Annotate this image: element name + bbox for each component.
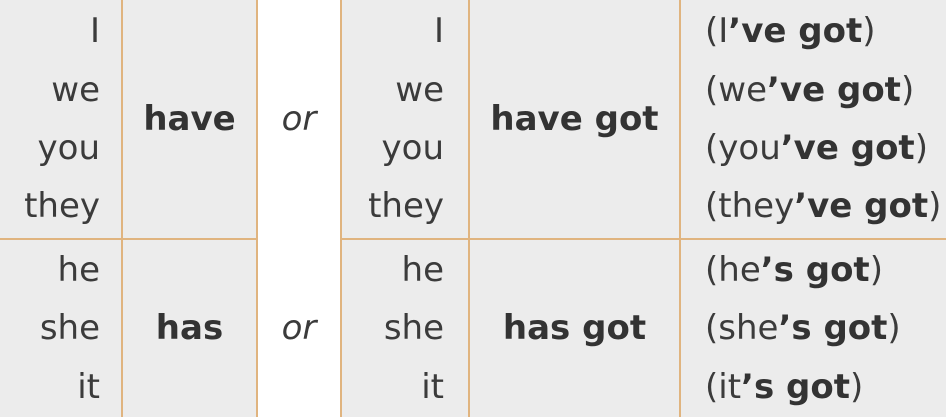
contraction: (we’ve got) — [705, 69, 915, 110]
contraction: (it’s got) — [705, 366, 864, 407]
pronoun: they — [368, 186, 444, 227]
pronoun: they — [24, 186, 100, 227]
contraction-list: (I’ve got) (we’ve got) (you’ve got) (the… — [681, 0, 946, 238]
pronoun: I — [433, 11, 444, 52]
pronoun: it — [421, 366, 444, 407]
or-cell: or — [258, 0, 340, 238]
or-cell: or — [258, 240, 340, 417]
pronoun: you — [37, 128, 100, 168]
verb-got-form: has got — [502, 308, 647, 349]
pronoun-list-repeat: I we you they — [342, 0, 444, 238]
verb-got-form: have got — [490, 98, 659, 139]
verb-form: has — [155, 308, 224, 349]
verb-form: have — [143, 98, 236, 139]
pronoun: she — [39, 308, 100, 349]
verb-cell: has — [123, 240, 256, 417]
verb-got-cell: has got — [470, 240, 679, 417]
contraction: (they’ve got) — [705, 186, 942, 227]
pronoun-list: I we you they — [0, 0, 100, 238]
or-word: or — [281, 98, 317, 139]
contraction-list: (he’s got) (she’s got) (it’s got) — [681, 240, 946, 417]
pronoun: he — [57, 249, 100, 290]
pronoun: you — [381, 128, 444, 168]
pronoun-list: he she it — [0, 240, 100, 417]
contraction: (I’ve got) — [705, 11, 876, 52]
or-word: or — [281, 308, 317, 349]
pronoun: I — [89, 11, 100, 52]
verb-cell: have — [123, 0, 256, 238]
contraction: (she’s got) — [705, 308, 901, 349]
pronoun: we — [51, 69, 100, 110]
pronoun: we — [395, 69, 444, 110]
pronoun-list-repeat: he she it — [342, 240, 444, 417]
contraction: (you’ve got) — [705, 128, 928, 168]
pronoun: she — [383, 308, 444, 349]
pronoun: it — [77, 366, 100, 407]
contraction: (he’s got) — [705, 249, 883, 290]
grammar-table: I we you they have or I we you they have… — [0, 0, 946, 417]
verb-got-cell: have got — [470, 0, 679, 238]
pronoun: he — [401, 249, 444, 290]
